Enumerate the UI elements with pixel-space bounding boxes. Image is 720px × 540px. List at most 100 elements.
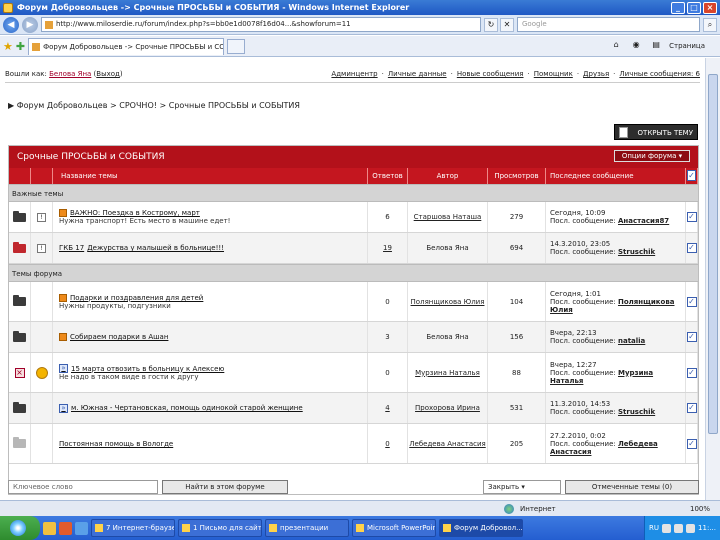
maximize-button[interactable]: □ [687, 1, 701, 14]
forum-options-button[interactable]: Опции форума ▾ [614, 150, 690, 162]
tab-forum[interactable]: Форум Добровольцев -> Срочные ПРОСЬБЫ и … [28, 37, 225, 55]
select-all-checkbox[interactable]: ✓ [687, 170, 696, 181]
important-icon [59, 293, 67, 302]
start-button[interactable] [0, 516, 40, 540]
minimize-button[interactable]: _ [671, 1, 685, 14]
moderation-select[interactable]: Закрыть ▾ [483, 480, 561, 494]
topic-link[interactable]: Собираем подарки в Ашан [59, 333, 168, 341]
task-forum[interactable]: Форум Добровол... [439, 519, 523, 537]
nav-profile[interactable]: Личные данные [388, 70, 447, 78]
tab-bar: ★ ✚ Форум Добровольцев -> Срочные ПРОСЬБ… [0, 36, 720, 57]
views-count: 104 [488, 282, 546, 321]
forum-search-input[interactable]: Ключевое слово [8, 480, 158, 494]
quicklaunch-media-icon[interactable] [59, 521, 72, 535]
row-checkbox[interactable]: ✓ [686, 212, 697, 222]
search-icon[interactable]: ⌕ [703, 17, 717, 32]
close-button[interactable]: × [703, 1, 717, 14]
folder-icon [13, 210, 26, 222]
username-link[interactable]: Белова Яна [49, 70, 91, 78]
zoom-level[interactable]: 100% [690, 505, 720, 513]
refresh-icon[interactable]: ↻ [484, 17, 498, 32]
tray-icon[interactable] [686, 523, 696, 533]
forum-search-button[interactable]: Найти в этом форуме [162, 480, 288, 494]
go-first-unread-icon[interactable]: » [59, 403, 68, 413]
replies-count[interactable]: 4 [368, 393, 408, 423]
col-topic[interactable]: Название темы [53, 168, 368, 184]
replies-count[interactable]: 6 [368, 202, 408, 232]
quicklaunch-folder-icon[interactable] [43, 521, 56, 535]
author-name[interactable]: Белова Яна [408, 233, 488, 263]
nav-friends[interactable]: Друзья [583, 70, 609, 78]
new-tab-button[interactable] [227, 38, 246, 54]
last-user-link[interactable]: Анастасия87 [618, 217, 669, 225]
favorites-star-icon[interactable]: ★ [3, 40, 13, 53]
task-ie[interactable]: 7 Интернет-браузер [91, 519, 175, 537]
last-user-link[interactable]: natalia [618, 337, 645, 345]
row-checkbox[interactable]: ✓ [686, 296, 697, 307]
replies-count[interactable]: 0 [368, 282, 408, 321]
selected-topics-button[interactable]: Отмеченные темы (0) [565, 480, 699, 494]
back-button[interactable]: ◀ [3, 16, 19, 33]
task-folder[interactable]: презентации [265, 519, 349, 537]
scroll-thumb[interactable] [708, 74, 718, 434]
go-first-unread-icon[interactable]: » [59, 364, 68, 373]
feeds-icon[interactable]: ◉ [629, 39, 643, 53]
row-checkbox[interactable]: ✓ [686, 403, 697, 413]
author-link[interactable]: Мурзина Наталья [408, 353, 488, 392]
address-bar[interactable]: http://www.miloserdie.ru/forum/index.php… [41, 17, 481, 32]
page-icon [45, 21, 53, 29]
nav-admin[interactable]: Админцентр [331, 70, 377, 78]
topic-link[interactable]: Подарки и поздравления для детей [59, 293, 203, 302]
quicklaunch-desktop-icon[interactable] [75, 521, 88, 535]
language-indicator[interactable]: RU [649, 524, 659, 532]
breadcrumb[interactable]: ▶ Форум Добровольцев > СРОЧНО! > Срочные… [8, 101, 300, 110]
author-link[interactable]: Старшова Наташа [408, 202, 488, 232]
stop-icon[interactable]: ✕ [500, 17, 514, 32]
row-checkbox[interactable]: ✓ [686, 332, 697, 342]
topic-desc: Нужны продукты, подгузники [59, 301, 171, 310]
last-user-link[interactable]: Struschik [618, 408, 655, 416]
task-icon [443, 524, 451, 532]
print-icon[interactable]: ▤ [649, 39, 663, 53]
row-checkbox[interactable]: ✓ [686, 243, 697, 253]
task-powerpoint[interactable]: Microsoft PowerPoint [352, 519, 436, 537]
topic-link[interactable]: » м. Южная - Чертановская, помощь одиноко… [59, 403, 303, 413]
pin-icon: ! [37, 212, 46, 222]
home-icon[interactable]: ⌂ [609, 39, 623, 53]
search-input[interactable]: Google [517, 17, 700, 32]
col-author[interactable]: Автор [408, 168, 488, 184]
author-link[interactable]: Полянщикова Юлия [408, 282, 488, 321]
row-checkbox[interactable]: ✓ [686, 367, 697, 378]
logout-link[interactable]: Выход [96, 70, 120, 78]
forward-button[interactable]: ▶ [22, 16, 38, 33]
task-word[interactable]: 1 Письмо для сайт... [178, 519, 262, 537]
author-link[interactable]: Прохорова Ирина [408, 393, 488, 423]
col-replies[interactable]: Ответов [368, 168, 408, 184]
replies-count[interactable]: 3 [368, 322, 408, 352]
topic-link[interactable]: » 15 марта отвозить в больницу к Алексею [59, 364, 224, 373]
col-last-post[interactable]: Последнее сообщение [546, 168, 686, 184]
tray-icon[interactable] [662, 523, 672, 533]
nav-assistant[interactable]: Помощник [534, 70, 573, 78]
new-topic-button[interactable]: ОТКРЫТЬ ТЕМУ [614, 124, 698, 140]
add-favorites-icon[interactable]: ✚ [16, 40, 25, 53]
author-link[interactable]: Лебедева Анастасия [408, 424, 488, 463]
replies-count[interactable]: 0 [368, 353, 408, 392]
page-menu[interactable]: Страница [669, 42, 705, 50]
topic-link[interactable]: Постоянная помощь в Вологде [59, 440, 173, 448]
row-checkbox[interactable]: ✓ [686, 438, 697, 449]
vertical-scrollbar[interactable] [705, 58, 720, 500]
status-bar: Интернет 100% [0, 500, 720, 516]
nav-messages[interactable]: Личные сообщения: 6 [619, 70, 700, 78]
table-row: ! ГКБ 17 Дежурства у малышей в больнице!… [9, 233, 698, 264]
topic-desc: Нужна транспорт! Есть место в машине еде… [59, 217, 231, 225]
topic-link[interactable]: ВАЖНО: Поездка в Кострому, март [59, 209, 200, 217]
topic-link[interactable]: ГКБ 17 Дежурства у малышей в больнице!!! [59, 244, 224, 252]
col-views[interactable]: Просмотров [488, 168, 546, 184]
author-name[interactable]: Белова Яна [408, 322, 488, 352]
tray-icon[interactable] [674, 523, 684, 533]
nav-new-posts[interactable]: Новые сообщения [457, 70, 524, 78]
replies-count[interactable]: 0 [368, 424, 408, 463]
replies-count[interactable]: 19 [368, 233, 408, 263]
last-user-link[interactable]: Struschik [618, 248, 655, 256]
